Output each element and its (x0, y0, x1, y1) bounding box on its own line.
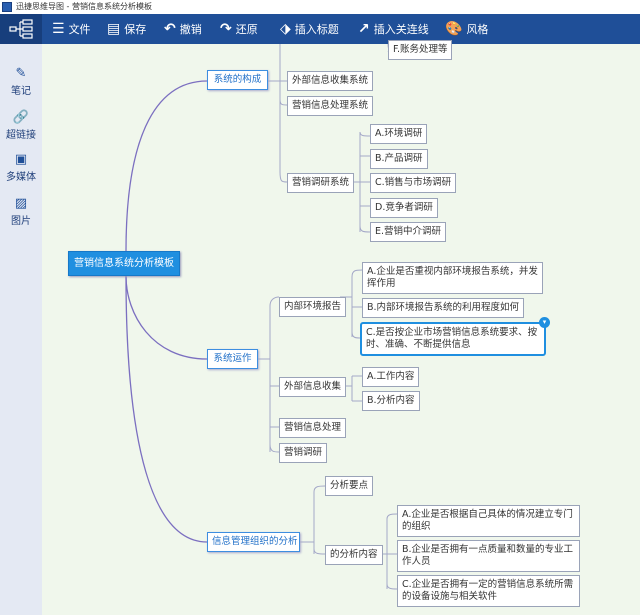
relation-line-icon: ↗ (358, 21, 370, 37)
sidebar-label: 笔记 (11, 86, 31, 97)
topic-external-collection-system[interactable]: 外部信息收集系统 (287, 71, 374, 91)
topic-internal-item[interactable]: B.内部环境报告系统的利用程度如何 (362, 298, 525, 318)
mindmap-logo-icon[interactable] (0, 14, 42, 44)
topic-key-points[interactable]: 分析要点 (325, 476, 374, 496)
media-icon: ▣ (14, 152, 28, 167)
topic-text: C.是否按企业市场营销信息系统要求、按时、准确、不断提供信息 (366, 327, 538, 350)
menu-icon: ☰ (52, 21, 65, 37)
topic-research-item[interactable]: C.销售与市场调研 (370, 173, 457, 193)
mindmap-canvas[interactable]: 营销信息系统分析模板 系统的构成 F.账务处理等 外部信息收集系统 营销信息处理… (42, 40, 640, 615)
sidebar-item-hyperlink[interactable]: 🔗 超链接 (0, 110, 42, 141)
redo-label: 还原 (235, 23, 258, 36)
insert-topic-button[interactable]: ⬗ 插入标题 (280, 14, 339, 44)
topic-analysis-item[interactable]: A.企业是否根据自己具体的情况建立专门的组织 (397, 505, 580, 537)
insert-topic-label: 插入标题 (294, 23, 339, 36)
file-label: 文件 (68, 23, 91, 36)
insert-relation-label: 插入关连线 (373, 23, 429, 36)
topic-research-system[interactable]: 营销调研系统 (287, 173, 355, 193)
topic-analysis-item[interactable]: C.企业是否拥有一定的营销信息系统所需的设备设施与相关软件 (397, 575, 580, 607)
redo-icon: ↷ (220, 21, 232, 37)
topic-info-processing[interactable]: 营销信息处理 (279, 418, 347, 438)
topic-marketing-research[interactable]: 营销调研 (279, 443, 328, 463)
save-button[interactable]: ▤ 保存 (107, 14, 146, 44)
style-label: 风格 (466, 23, 489, 36)
topic-research-item[interactable]: D.竞争者调研 (370, 198, 438, 218)
save-icon: ▤ (107, 21, 121, 37)
undo-button[interactable]: ↶ 撤销 (164, 14, 202, 44)
toolbar: ☰ 文件 ▤ 保存 ↶ 撤销 ↷ 还原 ⬗ 插入标题 ↗ 插入关连线 🎨 风格 (0, 14, 640, 44)
sidebar-label: 多媒体 (6, 172, 36, 183)
undo-label: 撤销 (179, 23, 202, 36)
sidebar-item-image[interactable]: ▨ 图片 (0, 196, 42, 227)
save-label: 保存 (124, 23, 147, 36)
topic-internal-item-selected[interactable]: C.是否按企业市场营销信息系统要求、按时、准确、不断提供信息 ▾ (360, 317, 550, 356)
app-icon (2, 2, 12, 12)
palette-icon: 🎨 (445, 21, 463, 37)
topic-system-composition[interactable]: 系统的构成 (207, 70, 268, 90)
topic-external-item[interactable]: B.分析内容 (362, 391, 420, 411)
topic-system-operation[interactable]: 系统运作 (207, 349, 258, 369)
topic-processing-system[interactable]: 营销信息处理系统 (287, 96, 374, 116)
root-topic[interactable]: 营销信息系统分析模板 (68, 251, 180, 276)
topic-org-analysis[interactable]: 信息管理组织的分析 (207, 532, 300, 552)
topic-analysis-item[interactable]: B.企业是否拥有一点质量和数量的专业工作人员 (397, 540, 580, 572)
link-icon: 🔗 (12, 110, 30, 125)
topic-research-item[interactable]: E.营销中介调研 (370, 222, 447, 242)
sidebar-label: 超链接 (6, 130, 36, 141)
topic-external-collection[interactable]: 外部信息收集 (279, 377, 347, 397)
image-icon: ▨ (14, 196, 28, 211)
topic-research-item[interactable]: B.产品调研 (370, 149, 428, 169)
collapse-toggle-icon[interactable]: ▾ (539, 317, 550, 328)
topic-internal-item[interactable]: A.企业是否重视内部环境报告系统，并发挥作用 (362, 262, 543, 294)
redo-button[interactable]: ↷ 还原 (220, 14, 258, 44)
window-title: 迅捷思维导图 - 营销信息系统分析模板 (16, 2, 152, 11)
file-button[interactable]: ☰ 文件 (52, 14, 91, 44)
title-bar: 迅捷思维导图 - 营销信息系统分析模板 (0, 0, 640, 14)
topic-internal-report[interactable]: 内部环境报告 (279, 297, 347, 317)
sidebar: ✎ 笔记 🔗 超链接 ▣ 多媒体 ▨ 图片 (0, 44, 42, 615)
sidebar-label: 图片 (11, 216, 31, 227)
pen-icon: ✎ (15, 66, 27, 81)
tag-icon: ⬗ (280, 21, 291, 37)
topic-f-accounting[interactable]: F.账务处理等 (388, 40, 453, 60)
topic-external-item[interactable]: A.工作内容 (362, 367, 420, 387)
topic-research-item[interactable]: A.环境调研 (370, 124, 428, 144)
topic-analysis-content[interactable]: 的分析内容 (325, 545, 383, 565)
undo-icon: ↶ (164, 21, 176, 37)
sidebar-item-media[interactable]: ▣ 多媒体 (0, 152, 42, 183)
sidebar-item-notes[interactable]: ✎ 笔记 (0, 66, 42, 97)
